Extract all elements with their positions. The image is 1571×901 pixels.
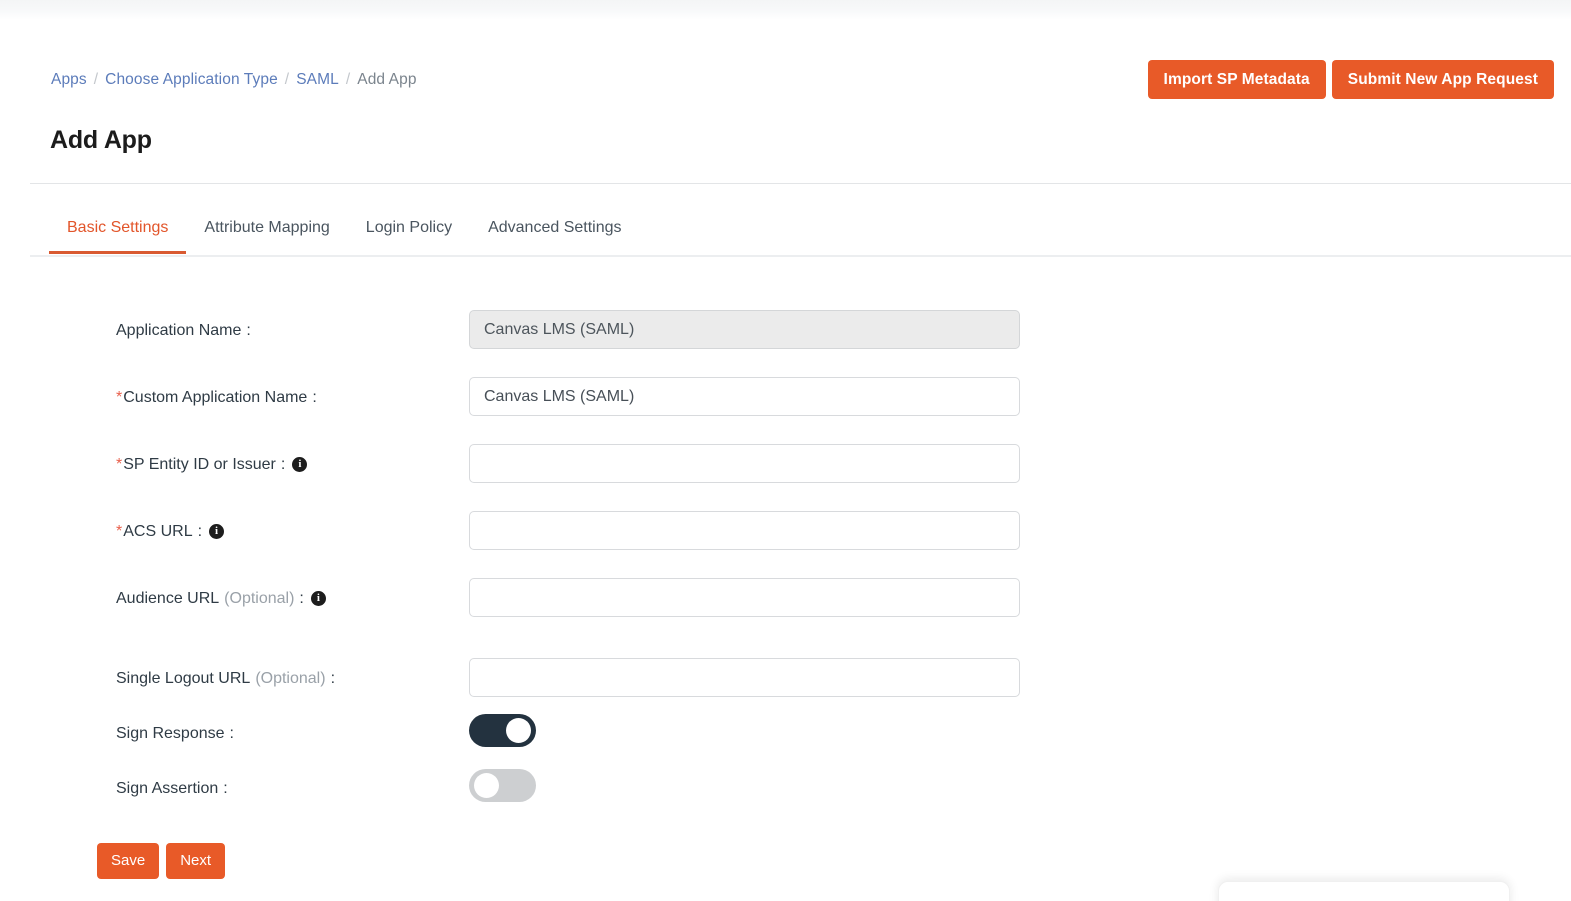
label-text: Application Name bbox=[116, 322, 242, 339]
header-actions: Import SP Metadata Submit New App Reques… bbox=[1147, 60, 1554, 99]
breadcrumb-separator: / bbox=[284, 71, 290, 88]
label-text: Custom Application Name bbox=[123, 389, 308, 406]
tab-basic-settings[interactable]: Basic Settings bbox=[49, 208, 187, 254]
info-icon[interactable]: i bbox=[310, 591, 326, 606]
breadcrumb-separator: / bbox=[93, 71, 99, 88]
label-colon: : bbox=[312, 389, 317, 406]
label-colon: : bbox=[330, 670, 336, 687]
tab-login-policy[interactable]: Login Policy bbox=[348, 208, 470, 254]
label-application-name: Application Name: bbox=[116, 320, 251, 341]
breadcrumb-item-saml[interactable]: SAML bbox=[296, 71, 339, 88]
input-single-logout-url[interactable] bbox=[469, 658, 1020, 697]
toggle-sign-assertion[interactable] bbox=[469, 769, 536, 802]
tab-attribute-mapping[interactable]: Attribute Mapping bbox=[186, 208, 347, 254]
tab-bar: Basic Settings Attribute Mapping Login Pol… bbox=[0, 208, 1571, 256]
next-button[interactable]: Next bbox=[166, 843, 226, 879]
page-title: Add App bbox=[50, 126, 152, 154]
toggle-knob bbox=[474, 773, 499, 798]
input-custom-application-name[interactable] bbox=[469, 377, 1020, 416]
label-colon: : bbox=[299, 590, 304, 607]
required-asterisk: * bbox=[116, 523, 123, 540]
save-button[interactable]: Save bbox=[97, 843, 160, 879]
required-asterisk: * bbox=[116, 389, 123, 406]
optional-marker: (Optional) bbox=[224, 590, 295, 607]
input-application-name bbox=[469, 310, 1020, 349]
top-chrome-band bbox=[0, 0, 1571, 20]
toggle-knob bbox=[506, 718, 531, 743]
page-header: Apps / Choose Application Type / SAML / Add Ap… bbox=[0, 20, 1571, 183]
breadcrumb-item-add-app: Add App bbox=[357, 71, 417, 88]
optional-marker: (Optional) bbox=[255, 670, 326, 687]
info-icon[interactable]: i bbox=[209, 524, 225, 539]
label-text: Sign Response bbox=[116, 725, 225, 742]
support-widget-panel[interactable] bbox=[1218, 881, 1510, 901]
breadcrumb-item-choose-application-type[interactable]: Choose Application Type bbox=[105, 71, 278, 88]
submit-new-app-request-button[interactable]: Submit New App Request bbox=[1331, 60, 1554, 99]
label-single-logout-url: Single Logout URL (Optional): bbox=[116, 668, 335, 689]
import-sp-metadata-button[interactable]: Import SP Metadata bbox=[1147, 60, 1326, 99]
label-custom-application-name: * Custom Application Name: bbox=[116, 387, 317, 408]
label-colon: : bbox=[197, 523, 203, 540]
label-colon: : bbox=[223, 780, 228, 797]
label-sign-assertion: Sign Assertion: bbox=[116, 778, 228, 799]
toggle-sign-response[interactable] bbox=[469, 714, 536, 747]
label-text: Single Logout URL bbox=[116, 670, 251, 687]
label-text: Sign Assertion bbox=[116, 780, 219, 797]
label-text: ACS URL bbox=[123, 523, 193, 540]
form-footer-actions: Save Next bbox=[97, 843, 226, 879]
label-text: SP Entity ID or Issuer bbox=[123, 456, 276, 473]
tab-advanced-settings[interactable]: Advanced Settings bbox=[470, 208, 639, 254]
label-colon: : bbox=[229, 725, 234, 742]
label-text: Audience URL bbox=[116, 590, 220, 607]
label-sign-response: Sign Response: bbox=[116, 723, 234, 744]
input-audience-url[interactable] bbox=[469, 578, 1020, 617]
breadcrumb-item-apps[interactable]: Apps bbox=[51, 71, 87, 88]
required-asterisk: * bbox=[116, 456, 123, 473]
breadcrumb: Apps / Choose Application Type / SAML / Add Ap… bbox=[51, 70, 417, 90]
header-divider bbox=[30, 183, 1571, 184]
label-colon: : bbox=[280, 456, 286, 473]
label-sp-entity-id-or-issuer: * SP Entity ID or Issuer: i bbox=[116, 454, 308, 475]
info-icon[interactable]: i bbox=[292, 457, 308, 472]
input-acs-url[interactable] bbox=[469, 511, 1020, 550]
label-colon: : bbox=[246, 322, 251, 339]
breadcrumb-separator: / bbox=[345, 71, 351, 88]
label-audience-url: Audience URL (Optional): i bbox=[116, 588, 326, 609]
input-sp-entity-id-or-issuer[interactable] bbox=[469, 444, 1020, 483]
label-acs-url: * ACS URL: i bbox=[116, 521, 225, 542]
